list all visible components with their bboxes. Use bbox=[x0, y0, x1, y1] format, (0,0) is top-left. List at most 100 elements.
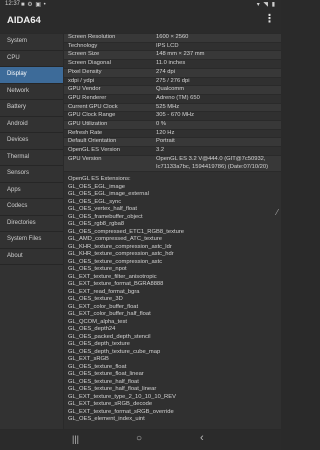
table-row: GPU Renderer Adreno (TM) 650 bbox=[64, 95, 281, 104]
row-value: 0 % bbox=[156, 121, 166, 128]
row-label: OpenGL ES Version bbox=[68, 147, 120, 154]
row-value: 11.0 inches bbox=[156, 60, 186, 67]
list-item: GL_OES_framebuffer_object bbox=[68, 213, 143, 220]
list-item: GL_EXT_texture_format_sRGB_override bbox=[68, 408, 174, 415]
row-value: 525 MHz bbox=[156, 103, 180, 110]
info-table: Screen Resolution 1600 × 2560 Technology IP… bbox=[64, 34, 281, 173]
list-item: GL_OES_vertex_half_float bbox=[68, 206, 137, 213]
notification-icons: ■ ⚙ ▣ • bbox=[21, 2, 47, 8]
table-row: Screen Diagonal 11.0 inches bbox=[64, 60, 281, 69]
sidebar-item-system-files[interactable]: System Files bbox=[0, 232, 63, 249]
row-value: OpenGL ES 3.2 V@444.0 (GIT@7c50932, Ic71… bbox=[156, 155, 269, 170]
list-item: GL_OES_texture_compression_astc bbox=[68, 258, 163, 265]
status-bar: 12:37 ■ ⚙ ▣ • ▾ ◥ ▮ bbox=[0, 0, 281, 9]
row-label: Screen Resolution bbox=[68, 34, 116, 40]
list-item: GL_EXT_texture_filter_anisotropic bbox=[68, 273, 157, 280]
sidebar-item-cpu[interactable]: CPU bbox=[0, 51, 63, 67]
sidebar-item-system[interactable]: System bbox=[0, 34, 63, 51]
extensions-list: GL_OES_EGL_image GL_OES_EGL_image_externa… bbox=[68, 184, 281, 424]
row-label: Refresh Rate bbox=[68, 129, 103, 136]
table-row: OpenGL ES Version 3.2 bbox=[64, 147, 281, 156]
list-item: GL_OES_texture_float_linear bbox=[68, 371, 144, 378]
extensions-block: OpenGL ES Extensions: GL_OES_EGL_image GL… bbox=[64, 172, 281, 424]
row-label: xdpi / ydpi bbox=[68, 77, 95, 84]
app-title: AIDA64 bbox=[7, 15, 41, 26]
table-row: GPU Clock Range 305 - 670 MHz bbox=[64, 112, 281, 122]
row-value: Adreno (TM) 650 bbox=[156, 94, 200, 101]
row-label: GPU Renderer bbox=[68, 94, 107, 101]
sidebar-item-android[interactable]: Android bbox=[0, 117, 63, 133]
table-row: Refresh Rate 120 Hz bbox=[64, 130, 281, 139]
row-value: IPS LCD bbox=[156, 42, 179, 49]
sidebar-item-apps[interactable]: Apps bbox=[0, 183, 63, 199]
row-value: 148 mm × 237 mm bbox=[156, 51, 205, 58]
row-label: GPU Vendor bbox=[68, 86, 101, 93]
table-row: Default Orientation Portrait bbox=[64, 138, 281, 148]
list-item: GL_OES_depth_texture_cube_map bbox=[68, 348, 161, 355]
extensions-header: OpenGL ES Extensions: bbox=[68, 176, 131, 183]
drag-handle-icon[interactable]: ⁄ bbox=[277, 208, 278, 217]
home-icon[interactable]: ○ bbox=[136, 433, 142, 444]
list-item: GL_OES_element_index_uint bbox=[68, 416, 145, 423]
list-item: GL_EXT_texture_sRGB_decode bbox=[68, 401, 153, 408]
table-row: Pixel Density 274 dpi bbox=[64, 68, 281, 78]
list-item: GL_EXT_sRGB bbox=[68, 356, 109, 363]
sidebar-item-battery[interactable]: Battery bbox=[0, 100, 63, 117]
row-value: 120 Hz bbox=[156, 129, 175, 136]
list-item: GL_QCOM_alpha_test bbox=[68, 318, 127, 325]
row-label: Default Orientation bbox=[68, 138, 117, 145]
table-row: GPU Version OpenGL ES 3.2 V@444.0 (GIT@7c… bbox=[64, 155, 281, 173]
list-item: GL_OES_EGL_image_external bbox=[68, 191, 149, 198]
overflow-menu-icon[interactable]: ⋮ bbox=[264, 14, 275, 25]
sidebar-item-devices[interactable]: Devices bbox=[0, 133, 63, 150]
row-label: GPU Version bbox=[68, 155, 102, 162]
row-value: 305 - 670 MHz bbox=[156, 112, 195, 119]
list-item: GL_OES_rgb8_rgba8 bbox=[68, 221, 125, 228]
list-item: GL_OES_compressed_ETC1_RGB8_texture bbox=[68, 228, 184, 235]
back-icon[interactable]: ‹ bbox=[200, 432, 204, 444]
row-label: Pixel Density bbox=[68, 68, 102, 75]
list-item: GL_KHR_texture_compression_astc_hdr bbox=[68, 251, 174, 258]
sidebar: System CPU Display Network Battery Android Dev… bbox=[0, 34, 63, 429]
list-item: GL_EXT_color_buffer_half_float bbox=[68, 311, 151, 318]
table-row: GPU Vendor Qualcomm bbox=[64, 86, 281, 95]
table-row: Technology IPS LCD bbox=[64, 43, 281, 52]
list-item: GL_AMD_compressed_ATC_texture bbox=[68, 236, 162, 243]
sidebar-item-thermal[interactable]: Thermal bbox=[0, 150, 63, 166]
row-label: Screen Size bbox=[68, 51, 100, 58]
list-item: GL_OES_texture_half_float bbox=[68, 378, 139, 385]
row-label: Screen Diagonal bbox=[68, 60, 111, 67]
android-nav-bar: ||| ○ ‹ bbox=[0, 430, 281, 450]
row-label: Current GPU Clock bbox=[68, 103, 118, 110]
table-row: Current GPU Clock 525 MHz bbox=[64, 103, 281, 113]
list-item: GL_EXT_texture_format_BGRA8888 bbox=[68, 281, 164, 288]
row-value: 274 dpi bbox=[156, 68, 176, 75]
app-bar: AIDA64 ⋮ bbox=[0, 9, 281, 33]
row-value: 3.2 bbox=[156, 147, 165, 154]
sidebar-item-network[interactable]: Network bbox=[0, 84, 63, 100]
row-label: GPU Clock Range bbox=[68, 112, 116, 119]
sidebar-item-directories[interactable]: Directories bbox=[0, 216, 63, 232]
list-item: GL_OES_EGL_sync bbox=[68, 198, 122, 205]
sidebar-item-about[interactable]: About bbox=[0, 249, 63, 265]
sidebar-item-sensors[interactable]: Sensors bbox=[0, 166, 63, 183]
display-info-panel: Screen Resolution 1600 × 2560 Technology IP… bbox=[64, 34, 281, 429]
list-item: GL_EXT_color_buffer_float bbox=[68, 303, 139, 310]
table-row: Screen Resolution 1600 × 2560 bbox=[64, 34, 281, 43]
list-item: GL_OES_depth24 bbox=[68, 326, 116, 333]
sidebar-item-codecs[interactable]: Codecs bbox=[0, 199, 63, 216]
recents-icon[interactable]: ||| bbox=[72, 434, 79, 444]
list-item: GL_OES_EGL_image bbox=[68, 183, 126, 190]
list-item: GL_EXT_texture_type_2_10_10_10_REV bbox=[68, 393, 176, 400]
table-row: Screen Size 148 mm × 237 mm bbox=[64, 51, 281, 61]
row-value: 275 / 276 dpi bbox=[156, 77, 190, 84]
list-item: GL_KHR_texture_compression_astc_ldr bbox=[68, 243, 172, 250]
status-time: 12:37 bbox=[5, 1, 21, 7]
row-label: GPU Utilization bbox=[68, 121, 108, 128]
table-row: xdpi / ydpi 275 / 276 dpi bbox=[64, 78, 281, 87]
list-item: GL_OES_depth_texture bbox=[68, 341, 130, 348]
sidebar-item-display[interactable]: Display bbox=[0, 67, 63, 84]
table-row: GPU Utilization 0 % bbox=[64, 121, 281, 130]
list-item: GL_OES_packed_depth_stencil bbox=[68, 333, 151, 340]
list-item: GL_EXT_read_format_bgra bbox=[68, 288, 140, 295]
